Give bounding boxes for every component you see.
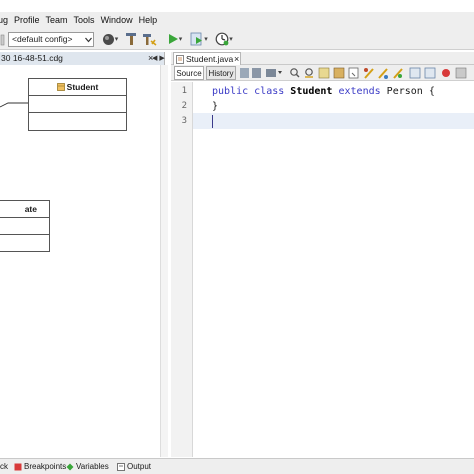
- uml-class-name: ate: [24, 204, 37, 214]
- uml-methods-section: [29, 113, 126, 130]
- shift-right-icon: [424, 67, 436, 79]
- line-number-gutter: 1 2 3: [171, 82, 193, 457]
- search-icon: [290, 68, 300, 78]
- menu-help[interactable]: Help: [136, 15, 161, 25]
- previous-bookmark-icon: [364, 68, 374, 79]
- output-icon: [117, 462, 125, 471]
- debug-icon: [190, 32, 203, 46]
- play-icon: [168, 34, 178, 44]
- uml-class-header: ate: [0, 201, 49, 218]
- profiler-icon: [215, 32, 229, 46]
- editor-action-icons[interactable]: [239, 66, 474, 80]
- tab-student-java[interactable]: Student.java ×: [173, 52, 241, 65]
- superclass-name: Person: [386, 86, 423, 97]
- output-tab[interactable]: Output: [117, 462, 151, 471]
- diagram-tab-title: 30 16-48-51.cdg: [1, 53, 63, 63]
- editor-toolbar: Source History: [171, 65, 474, 81]
- chevron-down-icon[interactable]: [84, 34, 93, 45]
- menu-team[interactable]: Team: [43, 15, 71, 25]
- uml-attributes-section: [0, 218, 49, 235]
- current-line-highlight: [193, 113, 474, 129]
- menu-profile[interactable]: Profile: [11, 15, 43, 25]
- line-number: 3: [181, 116, 187, 126]
- find-previous-icon: [305, 68, 313, 78]
- next-bookmark-icon: [378, 68, 388, 79]
- class-name: Student: [290, 86, 333, 97]
- keyword-class: class: [254, 86, 285, 97]
- find-next-icon: [318, 67, 330, 79]
- dropdown-arrow-icon: ▾: [178, 36, 183, 43]
- build-button[interactable]: [124, 31, 138, 47]
- line-number: 2: [181, 101, 187, 111]
- clean-build-button[interactable]: [141, 31, 157, 47]
- java-file-icon: [176, 55, 184, 64]
- clean-build-icon: [142, 34, 156, 46]
- association-line: [0, 102, 28, 108]
- variables-label: Variables: [76, 462, 109, 471]
- diagram-vertical-scrollbar[interactable]: [160, 65, 168, 457]
- start-macro-icon: [455, 67, 467, 79]
- uml-methods-section: [0, 235, 49, 252]
- uml-attributes-section: [29, 96, 126, 113]
- menu-tools[interactable]: Tools: [71, 15, 98, 25]
- editor-tab-title: Student.java: [186, 54, 234, 64]
- line-number: 1: [181, 86, 187, 96]
- forward-icon: [252, 68, 261, 78]
- browser-button[interactable]: ▾: [99, 31, 121, 47]
- hammer-icon: [125, 33, 136, 45]
- globe-icon: [102, 33, 114, 45]
- dropdown-arrow-icon: ▾: [114, 36, 119, 43]
- uml-class-partial[interactable]: ate: [0, 200, 50, 252]
- shift-left-icon: [409, 67, 421, 79]
- class-icon: [56, 83, 65, 91]
- toggle-bookmark-icon: [348, 67, 359, 79]
- bottom-window-bar: ck Breakpoints Variables Output: [0, 458, 474, 474]
- keyword-extends: extends: [338, 86, 381, 97]
- toolbar-edge-icon: [0, 34, 5, 46]
- code-line-2[interactable]: }: [212, 100, 218, 114]
- close-brace: }: [212, 101, 219, 112]
- call-stack-label: ck: [0, 462, 8, 471]
- code-editor[interactable]: [193, 82, 474, 457]
- call-stack-tab[interactable]: ck: [0, 462, 8, 471]
- tab-source[interactable]: Source: [174, 66, 204, 80]
- breakpoints-tab[interactable]: Breakpoints: [14, 462, 66, 471]
- dropdown-arrow-icon: ▾: [229, 36, 233, 43]
- text-caret: [212, 115, 213, 128]
- list-icon: [266, 69, 276, 77]
- diagram-file-tab[interactable]: 30 16-48-51.cdg ×: [0, 52, 165, 65]
- tab-scroll-arrows[interactable]: ◀ ▶: [152, 52, 165, 65]
- open-brace: {: [428, 86, 435, 97]
- code-line-1[interactable]: public class Student extends Person {: [212, 85, 435, 99]
- keyword-public: public: [212, 86, 249, 97]
- breakpoint-icon: [14, 463, 22, 470]
- debug-button[interactable]: ▾: [187, 31, 211, 47]
- toggle-highlight-icon: [333, 67, 345, 79]
- chevron-down-icon: [278, 71, 282, 74]
- menu-debug[interactable]: ug: [0, 15, 11, 25]
- close-icon[interactable]: ×: [234, 53, 239, 65]
- menu-window[interactable]: Window: [98, 15, 136, 25]
- bookmark-icon: [393, 68, 403, 79]
- menu-bar: ug Profile Team Tools Window Help: [0, 12, 474, 28]
- uml-class-name: Student: [66, 82, 99, 92]
- tab-history[interactable]: History: [206, 66, 236, 80]
- main-toolbar: <default config> ▾ ▾ ▾ ▾: [0, 28, 474, 50]
- back-icon: [240, 68, 249, 78]
- variables-icon: [66, 463, 74, 470]
- run-button[interactable]: ▾: [164, 31, 186, 47]
- config-select[interactable]: <default config>: [8, 32, 94, 47]
- dropdown-arrow-icon: ▾: [204, 36, 208, 43]
- variables-tab[interactable]: Variables: [66, 462, 109, 471]
- uml-class-header: Student: [29, 79, 126, 96]
- profile-button[interactable]: ▾: [212, 31, 236, 47]
- editor-tab-row: Student.java ×: [171, 52, 474, 65]
- stop-macro-icon: [442, 69, 450, 77]
- uml-class-student[interactable]: Student: [28, 78, 127, 131]
- breakpoints-label: Breakpoints: [24, 462, 67, 471]
- output-label: Output: [127, 462, 152, 471]
